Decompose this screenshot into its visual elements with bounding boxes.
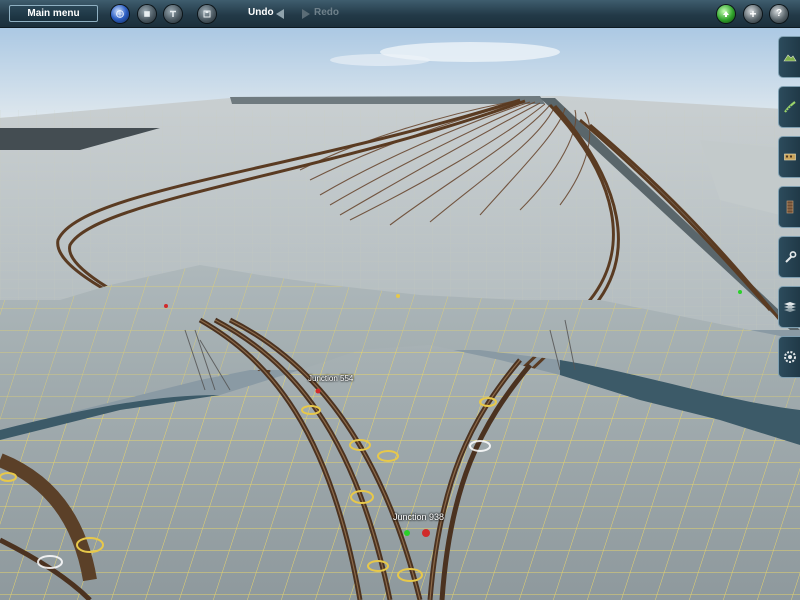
help-icon: ? xyxy=(775,8,783,19)
layers-tool-tab[interactable] xyxy=(778,286,800,328)
track-tool-tab[interactable] xyxy=(778,86,800,128)
objects-tool-tab[interactable] xyxy=(778,136,800,178)
track-icon xyxy=(783,101,796,113)
plus-icon: + xyxy=(749,7,757,21)
stop-icon xyxy=(144,11,150,17)
redo-arrow-icon xyxy=(302,9,310,19)
stop-button[interactable] xyxy=(138,5,156,23)
up-arrow-icon xyxy=(723,11,729,17)
gear-icon xyxy=(783,351,796,363)
terrain-icon xyxy=(782,54,797,62)
objects-icon xyxy=(783,153,796,161)
junction-label-554[interactable]: Junction 554 xyxy=(308,374,353,383)
up-arrow-button[interactable] xyxy=(717,5,735,23)
settings-tool-tab[interactable] xyxy=(778,336,800,378)
top-toolbar: Main menu Undo Redo + ? xyxy=(0,0,800,28)
info-icon xyxy=(170,10,176,17)
save-button[interactable] xyxy=(198,5,216,23)
junction-label-938[interactable]: Junction 938 xyxy=(393,512,444,522)
info-button[interactable] xyxy=(164,5,182,23)
save-icon xyxy=(203,10,211,18)
globe-button[interactable] xyxy=(111,5,129,23)
undo-button[interactable]: Undo xyxy=(248,7,274,18)
main-menu-button[interactable]: Main menu xyxy=(9,5,98,22)
undo-arrow-icon[interactable] xyxy=(276,9,284,19)
redo-button: Redo xyxy=(314,7,339,18)
help-button[interactable]: ? xyxy=(770,5,788,23)
terrain-tool-tab[interactable] xyxy=(778,36,800,78)
world-view[interactable] xyxy=(0,0,800,600)
trackside-icon xyxy=(786,200,793,214)
wrench-icon xyxy=(784,251,796,263)
plus-button[interactable]: + xyxy=(744,5,762,23)
topology-tool-tab[interactable] xyxy=(778,236,800,278)
trackside-tool-tab[interactable] xyxy=(778,186,800,228)
globe-icon xyxy=(116,10,124,18)
layers-icon xyxy=(783,302,796,312)
